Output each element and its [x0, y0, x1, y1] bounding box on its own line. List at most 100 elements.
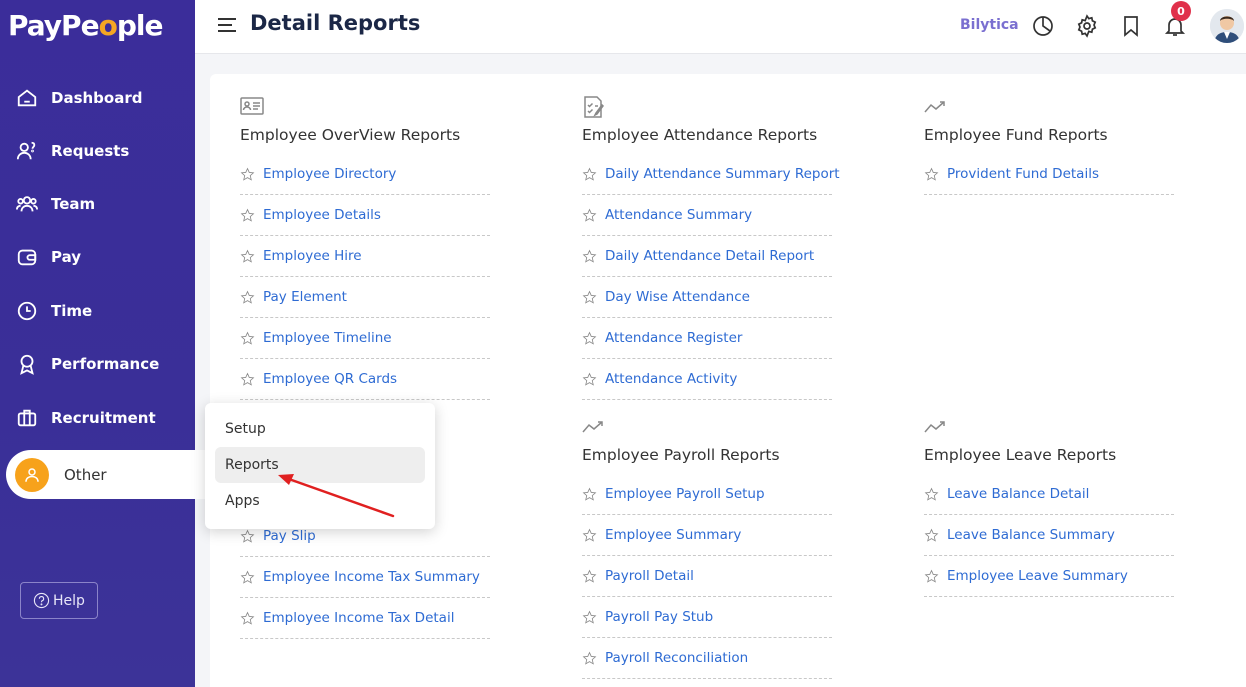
report-item[interactable]: Employee Hire [240, 236, 490, 277]
report-item[interactable]: Employee Payroll Setup [582, 474, 832, 515]
sidebar-item-recruitment[interactable]: Recruitment [0, 396, 195, 440]
team-icon [16, 193, 38, 215]
report-item[interactable]: Daily Attendance Detail Report [582, 236, 832, 277]
star-icon[interactable] [924, 487, 939, 502]
report-item[interactable]: Employee Summary [582, 515, 832, 556]
report-link[interactable]: Employee Hire [263, 248, 362, 264]
report-link[interactable]: Leave Balance Detail [947, 486, 1089, 502]
report-link[interactable]: Employee Directory [263, 166, 396, 182]
report-link[interactable]: Provident Fund Details [947, 166, 1099, 182]
report-link[interactable]: Employee Leave Summary [947, 568, 1128, 584]
star-icon[interactable] [582, 610, 597, 625]
report-item[interactable]: Employee Directory [240, 154, 490, 195]
sidebar-item-pay[interactable]: Pay [0, 235, 195, 279]
sidebar-item-team[interactable]: Team [0, 182, 195, 226]
star-icon[interactable] [240, 249, 255, 264]
report-item[interactable]: Attendance Register [582, 318, 832, 359]
star-icon[interactable] [582, 487, 597, 502]
report-item[interactable]: Payroll Reconciliation [582, 638, 832, 679]
star-icon[interactable] [582, 528, 597, 543]
report-link[interactable]: Attendance Register [605, 330, 742, 346]
report-link[interactable]: Employee Summary [605, 527, 741, 543]
report-link[interactable]: Employee Payroll Setup [605, 486, 765, 502]
report-link[interactable]: Attendance Summary [605, 207, 752, 223]
sidebar-item-label: Time [51, 302, 93, 320]
report-item[interactable]: Payroll Pay Stub [582, 597, 832, 638]
star-icon[interactable] [582, 167, 597, 182]
report-link[interactable]: Day Wise Attendance [605, 289, 750, 305]
star-icon[interactable] [924, 528, 939, 543]
star-icon[interactable] [240, 208, 255, 223]
report-link[interactable]: Employee Income Tax Detail [263, 610, 454, 626]
star-icon[interactable] [582, 331, 597, 346]
app-logo[interactable]: PayPeople [8, 9, 163, 42]
star-icon[interactable] [240, 331, 255, 346]
report-item[interactable]: Day Wise Attendance [582, 277, 832, 318]
star-icon[interactable] [240, 167, 255, 182]
report-link[interactable]: Leave Balance Summary [947, 527, 1115, 543]
notification-badge: 0 [1171, 1, 1191, 21]
menu-item-setup[interactable]: Setup [215, 411, 425, 447]
report-link[interactable]: Employee Timeline [263, 330, 392, 346]
star-icon[interactable] [240, 570, 255, 585]
star-icon[interactable] [924, 569, 939, 584]
report-item[interactable]: Employee Income Tax Detail [240, 598, 490, 639]
report-item[interactable]: Employee Income Tax Summary [240, 557, 490, 598]
report-item[interactable]: Employee Leave Summary [924, 556, 1174, 597]
star-icon[interactable] [582, 569, 597, 584]
trend-line-icon [924, 416, 948, 438]
sidebar-item-requests[interactable]: Requests [0, 129, 195, 173]
pie-chart-icon[interactable] [1031, 14, 1055, 38]
report-item[interactable]: Payroll Detail [582, 556, 832, 597]
report-item[interactable]: Pay Element [240, 277, 490, 318]
star-icon[interactable] [582, 372, 597, 387]
sidebar-item-label: Dashboard [51, 89, 143, 107]
sidebar-item-time[interactable]: Time [0, 289, 195, 333]
sidebar-item-other[interactable]: Other [6, 450, 206, 499]
user-avatar[interactable] [1210, 9, 1244, 43]
sidebar-item-label: Pay [51, 248, 82, 266]
report-link[interactable]: Payroll Pay Stub [605, 609, 713, 625]
report-item[interactable]: Daily Attendance Summary Report [582, 154, 840, 195]
help-button[interactable]: Help [20, 582, 98, 619]
star-icon[interactable] [582, 208, 597, 223]
report-link[interactable]: Employee Income Tax Summary [263, 569, 480, 585]
report-link[interactable]: Daily Attendance Summary Report [605, 166, 840, 182]
organization-name[interactable]: Bilytica [960, 17, 1019, 33]
section-payslip-reports: Pay Slip Employee Income Tax Summary Emplo… [240, 516, 490, 639]
sidebar-item-performance[interactable]: Performance [0, 342, 195, 386]
page-title: Detail Reports [250, 11, 421, 35]
report-item[interactable]: Leave Balance Summary [924, 515, 1174, 556]
bookmark-icon[interactable] [1119, 14, 1143, 38]
section-title: Employee Fund Reports [924, 126, 1108, 144]
report-item[interactable]: Provident Fund Details [924, 154, 1174, 195]
report-link[interactable]: Payroll Detail [605, 568, 694, 584]
report-link[interactable]: Employee QR Cards [263, 371, 397, 387]
gear-icon[interactable] [1075, 14, 1099, 38]
hamburger-menu-icon[interactable] [217, 17, 237, 33]
report-link[interactable]: Payroll Reconciliation [605, 650, 748, 666]
section-title: Employee Payroll Reports [582, 446, 780, 464]
clock-icon [16, 300, 38, 322]
star-icon[interactable] [240, 611, 255, 626]
report-link[interactable]: Attendance Activity [605, 371, 737, 387]
report-link[interactable]: Pay Slip [263, 528, 316, 544]
reports-content: Employee OverView Reports Employee Direc… [210, 74, 1246, 687]
report-link[interactable]: Pay Element [263, 289, 347, 305]
report-item[interactable]: Attendance Summary [582, 195, 832, 236]
report-link[interactable]: Daily Attendance Detail Report [605, 248, 814, 264]
star-icon[interactable] [582, 249, 597, 264]
star-icon[interactable] [582, 651, 597, 666]
report-item[interactable]: Employee Details [240, 195, 490, 236]
star-icon[interactable] [924, 167, 939, 182]
report-item[interactable]: Employee QR Cards [240, 359, 490, 400]
star-icon[interactable] [582, 290, 597, 305]
star-icon[interactable] [240, 372, 255, 387]
report-item[interactable]: Leave Balance Detail [924, 474, 1174, 515]
report-item[interactable]: Employee Timeline [240, 318, 490, 359]
report-link[interactable]: Employee Details [263, 207, 381, 223]
star-icon[interactable] [240, 529, 255, 544]
report-item[interactable]: Attendance Activity [582, 359, 832, 400]
sidebar-item-dashboard[interactable]: Dashboard [0, 76, 195, 120]
star-icon[interactable] [240, 290, 255, 305]
